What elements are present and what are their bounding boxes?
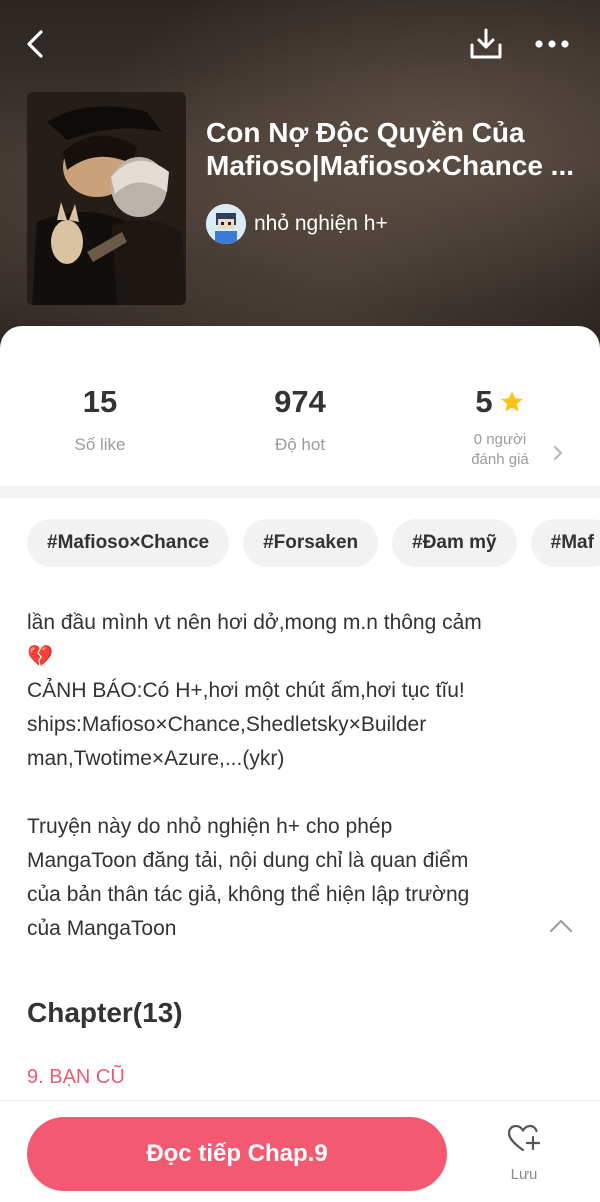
chapter-item[interactable]: 9. BẠN CŨ (27, 1066, 125, 1089)
section-divider (0, 486, 600, 498)
chevron-right-icon[interactable] (551, 444, 565, 462)
rating-label-line2: đánh giá (471, 451, 529, 468)
heart-plus-icon (507, 1124, 541, 1152)
likes-label: Số like (74, 435, 126, 454)
desc-line: ships:Mafioso×Chance,Shedletsky×Builder (27, 713, 427, 736)
save-label: Lưu (510, 1166, 538, 1183)
download-icon (470, 28, 502, 59)
tag-chip[interactable]: #Maf (530, 519, 600, 567)
save-button[interactable]: Lưu (497, 1123, 551, 1183)
notice-line: Truyện này do nhỏ nghiện h+ cho phép (27, 815, 393, 838)
rating-label-line1: 0 người (473, 431, 527, 448)
comic-title: Con Nợ Độc Quyền Của Mafioso|Mafioso×Cha… (206, 117, 575, 181)
cover-image[interactable] (27, 92, 186, 305)
chapter-heading[interactable]: Chapter(13) (27, 997, 183, 1029)
desc-line: man,Twotime×Azure,...(ykr) (27, 747, 285, 770)
desc-line: lần đầu mình vt nên hơi dở,mong m.n thôn… (27, 611, 482, 634)
likes-value: 15 (82, 384, 118, 419)
download-button[interactable] (464, 22, 508, 66)
hero-header: Con Nợ Độc Quyền Của Mafioso|Mafioso×Cha… (0, 0, 600, 360)
chevron-up-icon[interactable] (546, 916, 576, 936)
rating-label: 0 người đánh giá (400, 430, 600, 470)
hot-value: 974 (274, 384, 326, 419)
star-icon (501, 391, 523, 412)
stat-likes: 15 Số like (0, 384, 200, 455)
tag-chip[interactable]: #Forsaken (243, 519, 379, 567)
avatar-icon (206, 204, 246, 244)
rating-value-row: 5 (400, 384, 600, 420)
stat-hot: 974 Độ hot (200, 384, 400, 455)
author-name: nhỏ nghiện h+ (254, 212, 388, 235)
stat-rating[interactable]: 5 0 người đánh giá (400, 384, 600, 470)
detail-sheet: 15 Số like 974 Độ hot 5 0 người đánh giá… (0, 326, 600, 1202)
bottom-bar: Đọc tiếp Chap.9 Lưu (0, 1100, 600, 1202)
tag-chip[interactable]: #Đam mỹ (392, 519, 517, 567)
desc-emoji: 💔 (27, 645, 54, 668)
desc-line: CẢNH BÁO:Có H+,hơi một chút ấm,hơi tục t… (27, 679, 465, 702)
hot-label: Độ hot (274, 435, 326, 454)
back-arrow-icon (27, 30, 43, 58)
continue-reading-button[interactable]: Đọc tiếp Chap.9 (27, 1117, 447, 1191)
more-icon (535, 40, 569, 48)
rating-value: 5 (475, 384, 493, 419)
description: lần đầu mình vt nên hơi dở,mong m.n thôn… (27, 606, 557, 946)
notice-line: MangaToon đăng tải, nội dung chỉ là quan… (27, 849, 469, 872)
stats-row: 15 Số like 974 Độ hot 5 0 người đánh giá (0, 326, 600, 486)
notice-line: của bản thân tác giả, không thể hiện lập… (27, 883, 470, 906)
tag-chip[interactable]: #Mafioso×Chance (27, 519, 230, 567)
back-button[interactable] (14, 22, 58, 66)
notice-line: của MangaToon (27, 917, 177, 940)
tag-list: #Mafioso×Chance #Forsaken #Đam mỹ #Maf (27, 519, 600, 567)
author-avatar (206, 204, 246, 244)
cover-illustration (27, 92, 186, 305)
author-link[interactable]: nhỏ nghiện h+ (206, 204, 388, 244)
more-options-button[interactable] (530, 22, 574, 66)
